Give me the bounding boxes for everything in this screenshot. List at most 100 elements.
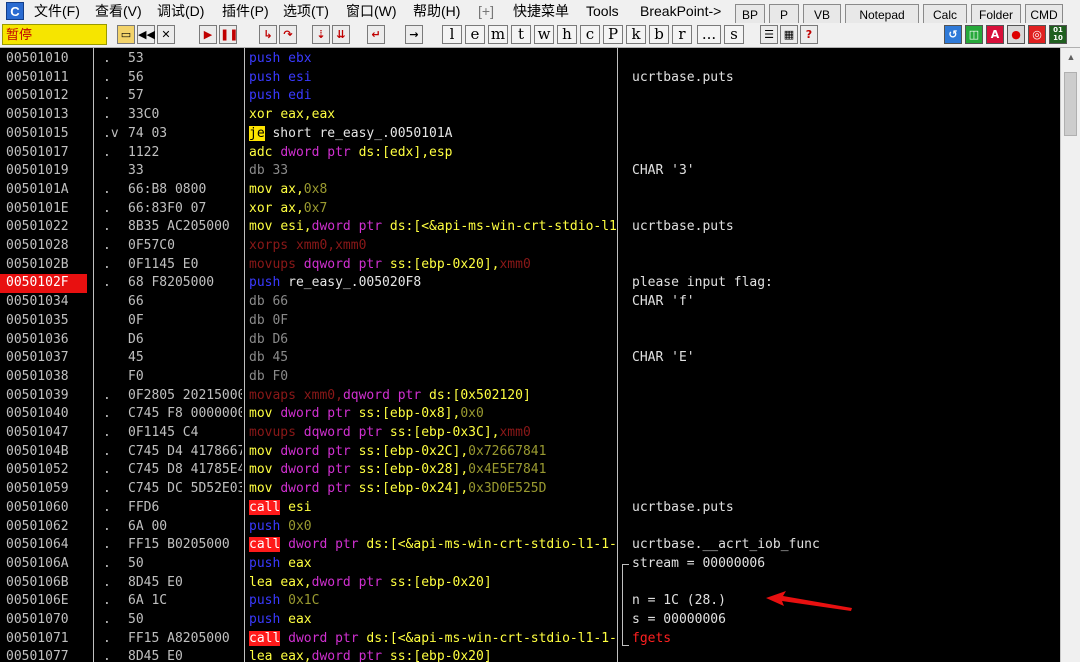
disasm-row[interactable]: 00501040. C745 F8 00000000 mov dword ptr s…: [0, 405, 1060, 424]
row-hex-bytes: 0F1145 C4: [128, 425, 199, 440]
disasm-row[interactable]: 00501011. 56 push esi ucrtbase.puts: [0, 69, 1060, 88]
disasm-row[interactable]: 00501017. 1122 adc dword ptr ds:[edx],esp: [0, 144, 1060, 163]
disasm-row[interactable]: 00501028. 0F57C0 xorps xmm0,xmm0: [0, 237, 1060, 256]
windows-window-button[interactable]: w: [534, 25, 554, 44]
disasm-row[interactable]: 00501012. 57 push edi: [0, 87, 1060, 106]
row-flow-marker: .: [103, 88, 111, 104]
menu-debug[interactable]: 调试(D): [157, 0, 204, 22]
help-icon[interactable]: ?: [800, 25, 818, 44]
disasm-row[interactable]: 00501039. 0F2805 20215000 movaps xmm0,dqwo…: [0, 387, 1060, 406]
row-hex-bytes: 68 F8205000: [128, 275, 215, 291]
scroll-up-icon[interactable]: ▲: [1064, 52, 1078, 62]
trace-over-icon[interactable]: ⇊: [332, 25, 350, 44]
run-trace-window-button[interactable]: ...: [697, 25, 721, 44]
quick-cmd-button[interactable]: CMD: [1025, 4, 1063, 24]
refresh-plugin-icon[interactable]: ↺: [944, 25, 962, 44]
quick-p-button[interactable]: P: [769, 4, 799, 24]
row-hex-bytes: 57: [128, 88, 144, 104]
menu-view[interactable]: 查看(V): [95, 0, 142, 22]
menu-tools[interactable]: Tools: [586, 0, 619, 22]
execute-till-return-icon[interactable]: ↵: [367, 25, 385, 44]
trace-into-icon[interactable]: ⇣: [312, 25, 330, 44]
handles-window-button[interactable]: h: [557, 25, 577, 44]
disasm-row[interactable]: 00501036 D6 db D6: [0, 331, 1060, 350]
disasm-row[interactable]: 0050102B. 0F1145 E0 movups dqword ptr ss:[…: [0, 256, 1060, 275]
disasm-row[interactable]: 0050101A. 66:B8 0800 mov ax,0x8: [0, 181, 1060, 200]
scroll-thumb[interactable]: [1064, 72, 1077, 136]
plugin-a-icon[interactable]: A: [986, 25, 1004, 44]
list-icon[interactable]: ☰: [760, 25, 778, 44]
row-disassembly: db 45: [249, 350, 289, 366]
disasm-row[interactable]: 00501022. 8B35 AC205000 mov esi,dword ptr …: [0, 218, 1060, 237]
disasm-row[interactable]: 00501010. 53 push ebx: [0, 50, 1060, 69]
grid-icon[interactable]: ▦: [780, 25, 798, 44]
close-icon[interactable]: ✕: [157, 25, 175, 44]
disasm-row[interactable]: 0050106A. 50 push eax stream = 00000006: [0, 555, 1060, 574]
threads-window-button[interactable]: t: [511, 25, 531, 44]
quick-folder-button[interactable]: Folder: [971, 4, 1021, 24]
disasm-row[interactable]: 00501060. FFD6 call esi ucrtbase.puts: [0, 499, 1060, 518]
disasm-row[interactable]: 00501015 .v 74 03 je short re_easy_.0050101…: [0, 125, 1060, 144]
open-icon[interactable]: ▭: [117, 25, 135, 44]
row-disassembly: db 0F: [249, 312, 289, 328]
goto-icon[interactable]: →: [405, 25, 423, 44]
memory-window-button[interactable]: m: [488, 25, 508, 44]
disasm-row[interactable]: 00501034 66 db 66 CHAR 'f': [0, 293, 1060, 312]
disasm-row[interactable]: 00501035 0F db 0F: [0, 312, 1060, 331]
menu-breakpoint[interactable]: BreakPoint->: [640, 0, 721, 22]
patches-window-button[interactable]: P: [603, 25, 623, 44]
quick-calc-button[interactable]: Calc: [923, 4, 967, 24]
menu-file[interactable]: 文件(F): [34, 0, 80, 22]
disassembly-pane[interactable]: 00501010. 53 push ebx 00501011. 56 push esi uc…: [0, 48, 1060, 662]
disasm-row[interactable]: 00501059. C745 DC 5D52E03D mov dword ptr s…: [0, 480, 1060, 499]
disasm-row[interactable]: 00501052. C745 D8 41785E4E mov dword ptr s…: [0, 461, 1060, 480]
disasm-row[interactable]: 00501019 33 db 33 CHAR '3': [0, 162, 1060, 181]
app-icon[interactable]: C: [6, 2, 24, 20]
row-address: 00501062: [6, 518, 69, 534]
disasm-row[interactable]: 00501013. 33C0 xor eax,eax: [0, 106, 1060, 125]
disasm-row[interactable]: 0050106E. 6A 1C push 0x1C n = 1C (28.): [0, 592, 1060, 611]
record-icon[interactable]: ●: [1007, 25, 1025, 44]
disasm-row[interactable]: 00501047. 0F1145 C4 movups dqword ptr ss:[…: [0, 424, 1060, 443]
disasm-row[interactable]: 00501062. 6A 00 push 0x0: [0, 518, 1060, 537]
disasm-row[interactable]: 00501064. FF15 B0205000 call dword ptr ds:…: [0, 536, 1060, 555]
log-window-button[interactable]: l: [442, 25, 462, 44]
disasm-row[interactable]: 00501070. 50 push eax s = 00000006: [0, 611, 1060, 630]
binary-icon[interactable]: 01 10: [1049, 25, 1067, 44]
step-over-icon[interactable]: ↷: [279, 25, 297, 44]
row-hex-bytes: FFD6: [128, 499, 160, 515]
disasm-row[interactable]: 0050101E. 66:83F0 07 xor ax,0x7: [0, 200, 1060, 219]
disasm-row[interactable]: 0050106B. 8D45 E0 lea eax,dword ptr ss:[eb…: [0, 574, 1060, 593]
plugin-green-icon[interactable]: ◫: [965, 25, 983, 44]
call-stack-window-button[interactable]: k: [626, 25, 646, 44]
menu-shortcuts[interactable]: 快捷菜单: [513, 0, 569, 22]
source-window-button[interactable]: s: [724, 25, 744, 44]
menu-expand[interactable]: [+]: [478, 0, 494, 22]
breakpoints-window-button[interactable]: b: [649, 25, 669, 44]
menu-plugins[interactable]: 插件(P): [222, 0, 269, 22]
menu-help[interactable]: 帮助(H): [413, 0, 460, 22]
disasm-row[interactable]: 00501037 45 db 45 CHAR 'E': [0, 349, 1060, 368]
disasm-row[interactable]: 0050104B. C745 D4 41786672 mov dword ptr s…: [0, 443, 1060, 462]
modules-window-button[interactable]: e: [465, 25, 485, 44]
quick-vb-button[interactable]: VB: [803, 4, 841, 24]
disasm-row[interactable]: 0050102F. 68 F8205000 push re_easy_.005020…: [0, 274, 1060, 294]
quick-notepad-button[interactable]: Notepad: [845, 4, 919, 24]
row-address: 00501012: [6, 88, 69, 104]
row-flow-marker: .: [103, 574, 111, 590]
step-into-icon[interactable]: ↳: [259, 25, 277, 44]
rewind-icon[interactable]: ◀◀: [137, 25, 155, 44]
disasm-row[interactable]: 00501077. 8D45 E0 lea eax,dword ptr ss:[eb…: [0, 648, 1060, 662]
quick-bp-button[interactable]: BP: [735, 4, 765, 24]
cpu-window-button[interactable]: c: [580, 25, 600, 44]
disasm-row[interactable]: 00501038 F0 db F0: [0, 368, 1060, 387]
menu-window[interactable]: 窗口(W): [346, 0, 397, 22]
target-icon[interactable]: ◎: [1028, 25, 1046, 44]
vertical-scrollbar[interactable]: ▲: [1060, 48, 1080, 662]
menu-options[interactable]: 选项(T): [283, 0, 329, 22]
disasm-row[interactable]: 00501071. FF15 A8205000 call dword ptr ds:…: [0, 630, 1060, 649]
run-icon[interactable]: ▶: [199, 25, 217, 44]
pause-icon[interactable]: ❚❚: [219, 25, 238, 44]
row-disassembly: je short re_easy_.0050101A: [249, 125, 453, 141]
references-window-button[interactable]: r: [672, 25, 692, 44]
